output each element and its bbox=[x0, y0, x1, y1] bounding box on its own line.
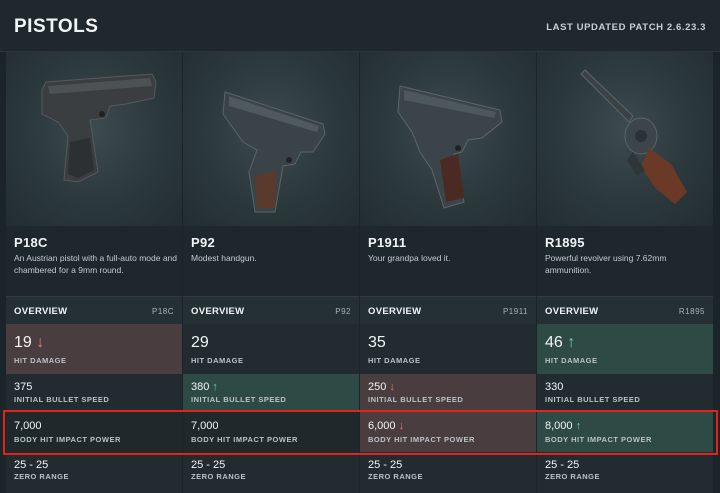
bullet-speed-stat: 250 ↓ INITIAL BULLET SPEED bbox=[360, 374, 536, 412]
bullet-speed-stat: 380 ↑ INITIAL BULLET SPEED bbox=[183, 374, 359, 412]
r1895-revolver-icon bbox=[580, 69, 687, 204]
zero-range-value: 25 - 25 bbox=[191, 459, 226, 471]
hit-damage-label: HIT DAMAGE bbox=[14, 356, 67, 365]
overview-weapon-tag: P1911 bbox=[502, 307, 528, 316]
hit-damage-label: HIT DAMAGE bbox=[368, 356, 421, 365]
impact-power-value: 7,000 bbox=[191, 420, 219, 432]
overview-tab[interactable]: OVERVIEW P18C bbox=[6, 296, 182, 324]
zero-range-label: ZERO RANGE bbox=[545, 472, 601, 481]
overview-label: OVERVIEW bbox=[191, 306, 245, 317]
bullet-speed-label: INITIAL BULLET SPEED bbox=[368, 395, 464, 404]
p92-pistol-icon bbox=[222, 91, 326, 213]
hit-damage-stat: 46 ↑ HIT DAMAGE bbox=[537, 324, 713, 374]
hit-damage-value: 46 bbox=[545, 334, 563, 351]
zero-range-label: ZERO RANGE bbox=[191, 472, 247, 481]
zero-range-stat: 25 - 25 ZERO RANGE bbox=[6, 452, 182, 493]
zero-range-value: 25 - 25 bbox=[14, 459, 49, 471]
bullet-speed-value: 330 bbox=[545, 381, 564, 393]
impact-power-value: 6,000 bbox=[368, 420, 396, 432]
impact-power-stat: 7,000 BODY HIT IMPACT POWER bbox=[6, 412, 182, 452]
weapon-name: P18C bbox=[14, 235, 48, 250]
p18c-pistol-icon bbox=[41, 73, 157, 183]
zero-range-stat: 25 - 25 ZERO RANGE bbox=[183, 452, 359, 493]
impact-power-stat: 8,000 ↑ BODY HIT IMPACT POWER bbox=[537, 412, 713, 452]
hit-damage-stat: 35 HIT DAMAGE bbox=[360, 324, 536, 374]
bullet-speed-value: 250 bbox=[368, 381, 387, 393]
r1895-revolver-image bbox=[537, 52, 713, 226]
p1911-pistol-image bbox=[360, 52, 536, 226]
impact-power-stat: 6,000 ↓ BODY HIT IMPACT POWER bbox=[360, 412, 536, 452]
bullet-speed-label: INITIAL BULLET SPEED bbox=[191, 395, 287, 404]
hit-damage-value: 19 bbox=[14, 334, 32, 351]
arrow-up-icon: ↑ bbox=[567, 334, 576, 351]
weapon-cards: P18C An Austrian pistol with a full-auto… bbox=[6, 52, 720, 493]
hit-damage-stat: 29 HIT DAMAGE bbox=[183, 324, 359, 374]
weapon-info: R1895 Powerful revolver using 7.62mm amm… bbox=[537, 226, 713, 296]
overview-tab[interactable]: OVERVIEW R1895 bbox=[537, 296, 713, 324]
zero-range-stat: 25 - 25 ZERO RANGE bbox=[537, 452, 713, 493]
zero-range-stat: 25 - 25 ZERO RANGE bbox=[360, 452, 536, 493]
weapon-name: R1895 bbox=[545, 235, 585, 250]
impact-power-stat: 7,000 BODY HIT IMPACT POWER bbox=[183, 412, 359, 452]
arrow-up-icon: ↑ bbox=[212, 381, 218, 393]
weapon-name: P1911 bbox=[368, 235, 407, 250]
hit-damage-stat: 19 ↓ HIT DAMAGE bbox=[6, 324, 182, 374]
overview-label: OVERVIEW bbox=[368, 306, 422, 317]
arrow-up-icon: ↑ bbox=[575, 420, 582, 432]
page-title: PISTOLS bbox=[14, 16, 99, 37]
zero-range-value: 25 - 25 bbox=[368, 459, 403, 471]
zero-range-value: 25 - 25 bbox=[545, 459, 580, 471]
page-header: PISTOLS LAST UPDATED PATCH 2.6.23.3 bbox=[0, 0, 720, 52]
weapon-description: Powerful revolver using 7.62mm ammunitio… bbox=[545, 253, 667, 275]
arrow-down-icon: ↓ bbox=[398, 420, 405, 432]
overview-tab[interactable]: OVERVIEW P92 bbox=[183, 296, 359, 324]
hit-damage-label: HIT DAMAGE bbox=[191, 356, 244, 365]
weapon-description: An Austrian pistol with a full-auto mode… bbox=[14, 253, 178, 275]
overview-label: OVERVIEW bbox=[545, 306, 599, 317]
arrow-down-icon: ↓ bbox=[389, 381, 395, 393]
bullet-speed-label: INITIAL BULLET SPEED bbox=[14, 395, 110, 404]
overview-weapon-tag: P18C bbox=[151, 307, 174, 316]
bullet-speed-stat: 330 INITIAL BULLET SPEED bbox=[537, 374, 713, 412]
hit-damage-value: 29 bbox=[191, 334, 209, 351]
impact-power-value: 7,000 bbox=[14, 420, 42, 432]
weapon-description: Modest handgun. bbox=[191, 253, 257, 263]
bullet-speed-value: 375 bbox=[14, 381, 33, 393]
patch-version: LAST UPDATED PATCH 2.6.23.3 bbox=[546, 22, 706, 33]
overview-weapon-tag: P92 bbox=[335, 307, 351, 316]
p92-pistol-image bbox=[183, 52, 359, 226]
weapon-card-p18c[interactable]: P18C An Austrian pistol with a full-auto… bbox=[6, 52, 182, 493]
overview-label: OVERVIEW bbox=[14, 306, 68, 317]
zero-range-label: ZERO RANGE bbox=[14, 472, 70, 481]
impact-power-label: BODY HIT IMPACT POWER bbox=[545, 435, 652, 444]
weapon-card-p1911[interactable]: P1911 Your grandpa loved it. OVERVIEW P1… bbox=[360, 52, 536, 493]
impact-power-label: BODY HIT IMPACT POWER bbox=[14, 435, 121, 444]
p18c-pistol-image bbox=[6, 52, 182, 226]
overview-tab[interactable]: OVERVIEW P1911 bbox=[360, 296, 536, 324]
weapon-name: P92 bbox=[191, 235, 216, 250]
overview-weapon-tag: R1895 bbox=[678, 307, 705, 316]
weapon-info: P1911 Your grandpa loved it. bbox=[360, 226, 536, 296]
zero-range-label: ZERO RANGE bbox=[368, 472, 424, 481]
weapon-info: P18C An Austrian pistol with a full-auto… bbox=[6, 226, 182, 296]
impact-power-value: 8,000 bbox=[545, 420, 573, 432]
p1911-pistol-icon bbox=[397, 85, 503, 209]
bullet-speed-stat: 375 INITIAL BULLET SPEED bbox=[6, 374, 182, 412]
weapon-description: Your grandpa loved it. bbox=[368, 253, 451, 263]
hit-damage-label: HIT DAMAGE bbox=[545, 356, 598, 365]
impact-power-label: BODY HIT IMPACT POWER bbox=[368, 435, 475, 444]
weapon-info: P92 Modest handgun. bbox=[183, 226, 359, 296]
bullet-speed-value: 380 bbox=[191, 381, 210, 393]
hit-damage-value: 35 bbox=[368, 334, 386, 351]
weapon-card-p92[interactable]: P92 Modest handgun. OVERVIEW P92 29 HIT … bbox=[183, 52, 359, 493]
arrow-down-icon: ↓ bbox=[36, 334, 45, 351]
bullet-speed-label: INITIAL BULLET SPEED bbox=[545, 395, 641, 404]
weapon-card-r1895[interactable]: R1895 Powerful revolver using 7.62mm amm… bbox=[537, 52, 713, 493]
impact-power-label: BODY HIT IMPACT POWER bbox=[191, 435, 298, 444]
